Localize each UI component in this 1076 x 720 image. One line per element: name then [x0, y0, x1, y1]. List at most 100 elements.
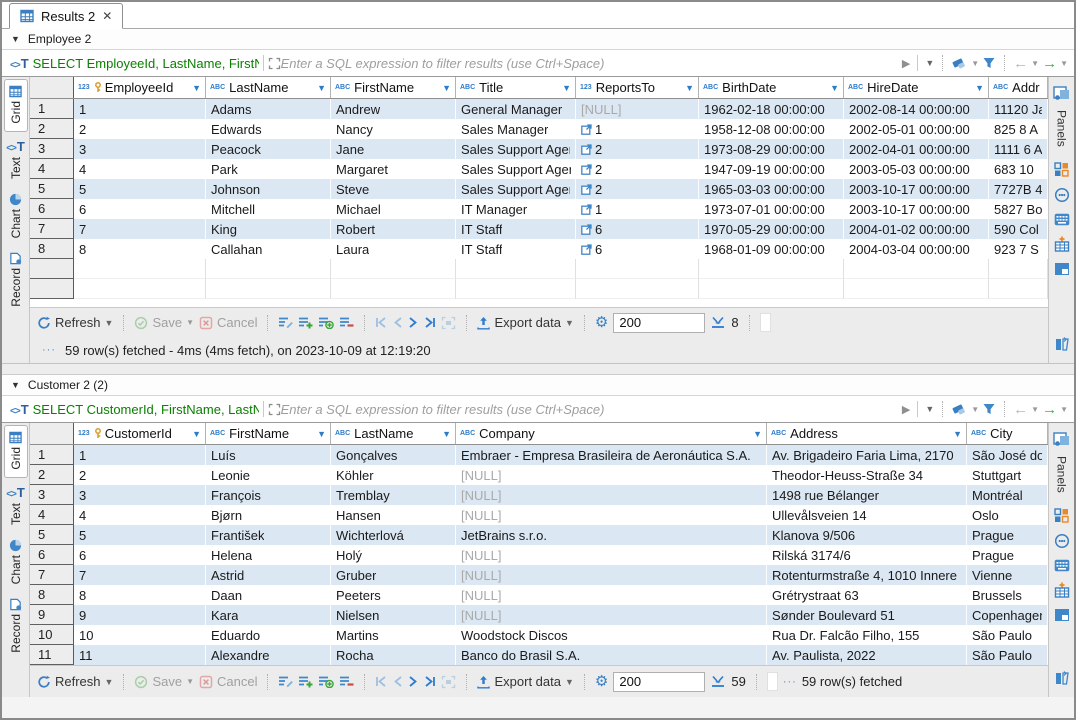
calc-panel-icon[interactable]	[1054, 213, 1070, 226]
column-filter-arrow-icon[interactable]: ▼	[313, 83, 326, 93]
apply-filter-icon[interactable]: ▶	[902, 57, 910, 70]
table-cell[interactable]: Martins	[331, 625, 456, 645]
tab-text[interactable]: <>T Text	[4, 134, 28, 186]
references-panel-icon[interactable]	[1054, 533, 1070, 549]
table-cell[interactable]: Andrew	[331, 99, 456, 119]
table-cell[interactable]: Prague	[967, 545, 1048, 565]
forward-caret-icon[interactable]: ▼	[1060, 59, 1068, 68]
external-link-icon[interactable]	[581, 164, 592, 175]
row-number[interactable]: 10	[30, 625, 74, 645]
table-cell[interactable]: Holý	[331, 545, 456, 565]
table-row[interactable]: 22LeonieKöhler[NULL]Theodor-Heuss-Straße…	[30, 465, 1048, 485]
table-row[interactable]: 66HelenaHolý[NULL]Rilská 3174/6Prague	[30, 545, 1048, 565]
column-filter-arrow-icon[interactable]: ▼	[826, 83, 839, 93]
row-number[interactable]: 7	[30, 565, 74, 585]
export-caret-icon[interactable]: ▼	[565, 677, 574, 687]
row-number[interactable]: 4	[30, 159, 74, 179]
table-cell[interactable]: Luís	[206, 445, 331, 465]
fetch-all-rows-icon[interactable]	[441, 316, 456, 330]
table-cell[interactable]: 1968-01-09 00:00:00	[699, 239, 844, 259]
table-cell[interactable]: Grétrystraat 63	[767, 585, 967, 605]
table-cell[interactable]: Sønder Boulevard 51	[767, 605, 967, 625]
table-cell[interactable]: Köhler	[331, 465, 456, 485]
table-cell[interactable]: Park	[206, 159, 331, 179]
prev-page-icon[interactable]	[393, 675, 403, 688]
column-header-address[interactable]: ABCAddress▼	[767, 423, 967, 444]
table-cell[interactable]: 1	[74, 99, 206, 119]
table-row[interactable]: 88CallahanLauraIT Staff61968-01-09 00:00…	[30, 239, 1048, 259]
row-number[interactable]: 1	[30, 99, 74, 119]
table-cell[interactable]: Robert	[331, 219, 456, 239]
table-cell[interactable]: Kara	[206, 605, 331, 625]
row-number[interactable]: 5	[30, 179, 74, 199]
cancel-button[interactable]: Cancel	[199, 674, 257, 689]
tab-record[interactable]: Record	[4, 247, 28, 314]
table-cell[interactable]: [NULL]	[456, 465, 767, 485]
table-cell[interactable]: 1111 6 A	[989, 139, 1048, 159]
table-cell[interactable]: Gonçalves	[331, 445, 456, 465]
close-icon[interactable]: ✕	[102, 9, 112, 23]
tab-chart[interactable]: Chart	[4, 188, 28, 245]
save-caret-icon[interactable]: ▼	[186, 318, 194, 327]
table-row[interactable]: 44ParkMargaretSales Support Agent21947-0…	[30, 159, 1048, 179]
table-cell[interactable]: Margaret	[331, 159, 456, 179]
row-number[interactable]: 7	[30, 219, 74, 239]
save-button[interactable]: Save ▼	[134, 315, 194, 330]
table-cell[interactable]: 683 10	[989, 159, 1048, 179]
last-page-icon[interactable]	[423, 675, 436, 688]
row-number[interactable]: 2	[30, 465, 74, 485]
table-cell[interactable]: São Paulo	[967, 645, 1048, 665]
eraser-caret-icon[interactable]: ▼	[971, 405, 979, 414]
table-cell[interactable]: Rilská 3174/6	[767, 545, 967, 565]
table-cell[interactable]: František	[206, 525, 331, 545]
table-cell[interactable]: Laura	[331, 239, 456, 259]
column-filter-arrow-icon[interactable]: ▼	[438, 429, 451, 439]
table-cell[interactable]: Rotenturmstraße 4, 1010 Innere	[767, 565, 967, 585]
first-page-icon[interactable]	[375, 675, 388, 688]
column-header-reportsto[interactable]: 123ReportsTo▼	[576, 77, 699, 98]
external-link-icon[interactable]	[581, 124, 592, 135]
table-cell[interactable]: 1973-07-01 00:00:00	[699, 199, 844, 219]
edit-value-icon[interactable]	[278, 675, 293, 688]
table-cell[interactable]: 923 7 S	[989, 239, 1048, 259]
table-row[interactable]: 77KingRobertIT Staff61970-05-29 00:00:00…	[30, 219, 1048, 239]
column-header-city[interactable]: ABCCity	[967, 423, 1048, 444]
table-row[interactable]: 33PeacockJaneSales Support Agent21973-08…	[30, 139, 1048, 159]
collapse-chevron-icon[interactable]: ▼	[11, 380, 20, 390]
external-link-icon[interactable]	[581, 184, 592, 195]
fetch-size-input[interactable]	[613, 313, 705, 333]
table-row[interactable]: 55JohnsonSteveSales Support Agent21965-0…	[30, 179, 1048, 199]
more-status-icon[interactable]: ···	[42, 344, 56, 356]
table-cell[interactable]: Sales Support Agent	[456, 139, 576, 159]
customer-section-header[interactable]: ▼ Customer 2 (2)	[2, 375, 1074, 395]
table-cell[interactable]: Klanova 9/506	[767, 525, 967, 545]
column-header-title[interactable]: ABCTitle▼	[456, 77, 576, 98]
column-filter-arrow-icon[interactable]: ▼	[749, 429, 762, 439]
table-cell[interactable]: Bjørn	[206, 505, 331, 525]
sql-query-text[interactable]: SELECT CustomerId, FirstName, LastNa	[33, 402, 259, 417]
table-cell[interactable]: Nancy	[331, 119, 456, 139]
table-cell[interactable]: 8	[74, 239, 206, 259]
table-cell[interactable]: Av. Paulista, 2022	[767, 645, 967, 665]
row-number[interactable]: 6	[30, 545, 74, 565]
row-number[interactable]: 3	[30, 485, 74, 505]
back-caret-icon[interactable]: ▼	[1031, 405, 1039, 414]
external-link-icon[interactable]	[581, 144, 592, 155]
refresh-caret-icon[interactable]: ▼	[105, 677, 114, 687]
column-filter-arrow-icon[interactable]: ▼	[188, 429, 201, 439]
table-cell[interactable]: Vienne	[967, 565, 1048, 585]
table-cell[interactable]: IT Staff	[456, 239, 576, 259]
column-filter-arrow-icon[interactable]: ▼	[681, 83, 694, 93]
table-cell[interactable]: 1965-03-03 00:00:00	[699, 179, 844, 199]
references-panel-icon[interactable]	[1054, 187, 1070, 203]
filter-expression-input[interactable]	[281, 52, 902, 74]
table-cell[interactable]: 1958-12-08 00:00:00	[699, 119, 844, 139]
table-cell[interactable]: 7	[74, 565, 206, 585]
table-cell[interactable]: Banco do Brasil S.A.	[456, 645, 767, 665]
table-cell[interactable]: 3	[74, 485, 206, 505]
settings-gear-icon[interactable]: ⚙	[595, 674, 608, 689]
table-cell[interactable]: Montréal	[967, 485, 1048, 505]
table-cell[interactable]: [NULL]	[456, 485, 767, 505]
table-cell[interactable]: Sales Support Agent	[456, 159, 576, 179]
table-cell[interactable]: 2	[74, 465, 206, 485]
